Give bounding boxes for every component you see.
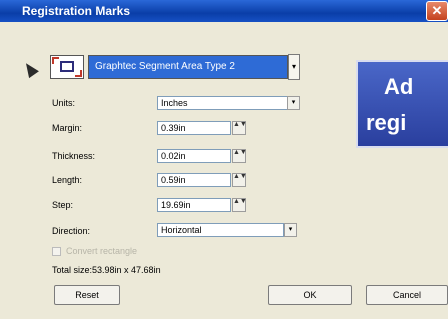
step-label: Step: <box>52 200 74 210</box>
length-label: Length: <box>52 175 83 185</box>
ok-button-label: OK <box>303 290 317 300</box>
margin-value: 0.39in <box>161 123 186 133</box>
convert-rectangle-checkbox[interactable] <box>52 247 61 256</box>
units-dropdown-button[interactable]: ▾ <box>287 96 300 110</box>
reset-button[interactable]: Reset <box>54 285 120 305</box>
overlay-line-1: Ad <box>384 74 414 99</box>
thickness-value: 0.02in <box>161 151 186 161</box>
direction-label: Direction: <box>52 226 91 236</box>
margin-label: Margin: <box>52 123 83 133</box>
thickness-label: Thickness: <box>52 151 96 161</box>
overlay-callout: Ad regi <box>356 60 448 148</box>
chevron-down-icon: ▾ <box>291 99 296 106</box>
thickness-input[interactable]: 0.02in <box>157 149 231 163</box>
units-value: Inches <box>161 98 188 108</box>
spinner-arrows-icon: ▲▼ <box>233 121 247 128</box>
chevron-down-icon: ▾ <box>291 62 296 71</box>
length-spinner[interactable]: ▲▼ <box>232 173 247 187</box>
cancel-button-label: Cancel <box>392 290 421 300</box>
convert-rectangle-label: Convert rectangle <box>66 246 138 256</box>
title-bar: Registration Marks <box>0 0 448 22</box>
registration-mark-icon <box>50 55 84 79</box>
mark-type-select[interactable]: Graphtec Segment Area Type 2 <box>88 55 288 79</box>
length-value: 0.59in <box>161 175 186 185</box>
margin-input[interactable]: 0.39in <box>157 121 231 135</box>
step-input[interactable]: 19.69in <box>157 198 231 212</box>
overlay-line-2: regi <box>366 110 407 135</box>
reset-button-label: Reset <box>75 290 99 300</box>
spinner-arrows-icon: ▲▼ <box>233 149 247 156</box>
step-value: 19.69in <box>161 200 191 210</box>
mark-type-dropdown-button[interactable]: ▾ <box>288 54 300 80</box>
direction-select[interactable]: Horizontal <box>157 223 284 237</box>
close-icon: ✕ <box>431 3 443 18</box>
thickness-spinner[interactable]: ▲▼ <box>232 149 247 163</box>
direction-dropdown-button[interactable]: ▾ <box>284 223 297 237</box>
direction-value: Horizontal <box>161 225 202 235</box>
margin-spinner[interactable]: ▲▼ <box>232 121 247 135</box>
chevron-down-icon: ▾ <box>288 226 293 233</box>
units-select[interactable]: Inches <box>157 96 300 110</box>
total-size-text: Total size:53.98in x 47.68in <box>52 265 161 275</box>
window-title: Registration Marks <box>22 4 131 18</box>
mark-type-value: Graphtec Segment Area Type 2 <box>95 61 235 72</box>
close-button[interactable]: ✕ <box>426 1 448 21</box>
units-label: Units: <box>52 98 76 108</box>
ok-button[interactable]: OK <box>268 285 352 305</box>
step-spinner[interactable]: ▲▼ <box>232 198 247 212</box>
cancel-button[interactable]: Cancel <box>366 285 448 305</box>
length-input[interactable]: 0.59in <box>157 173 231 187</box>
spinner-arrows-icon: ▲▼ <box>233 173 247 180</box>
spinner-arrows-icon: ▲▼ <box>233 198 247 205</box>
